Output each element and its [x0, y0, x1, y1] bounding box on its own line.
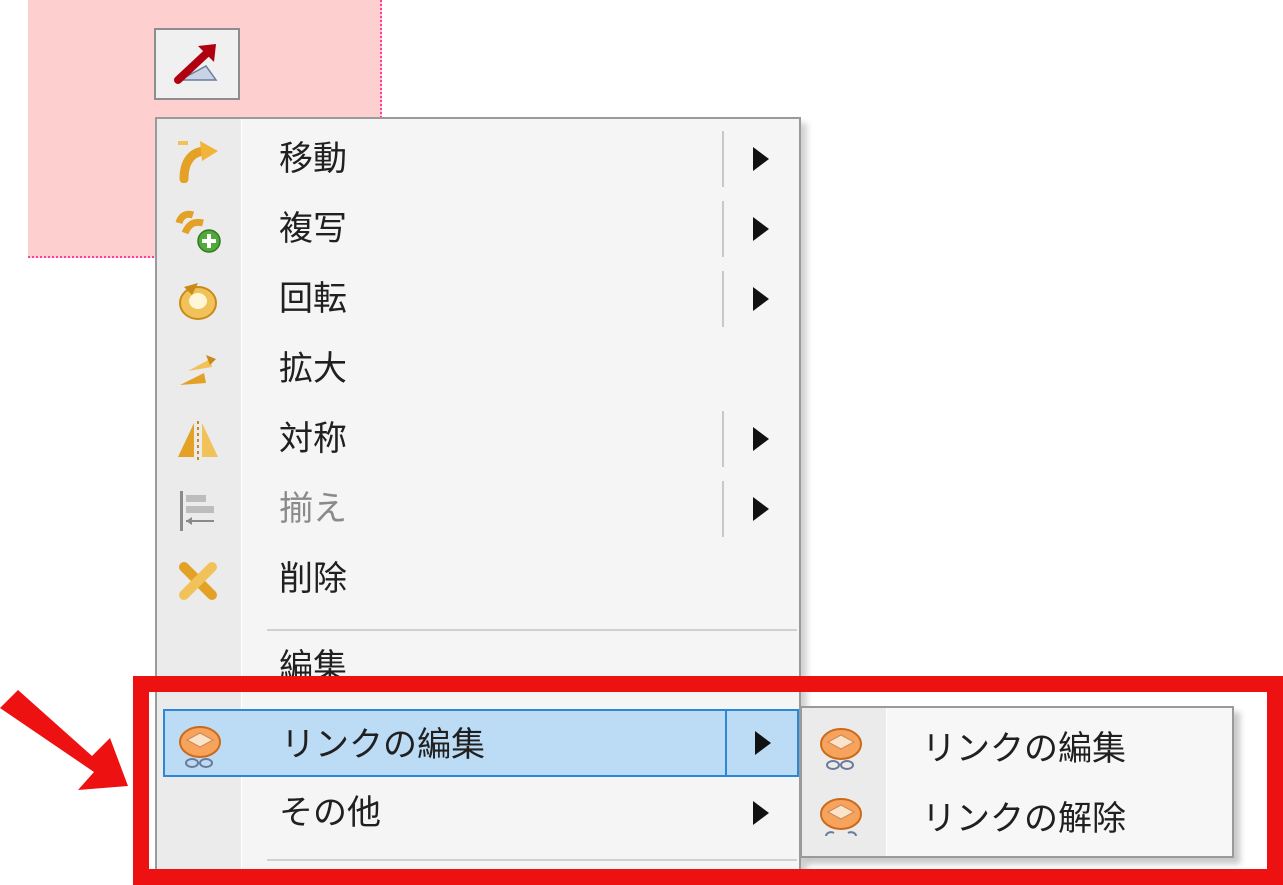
- move-icon: [173, 136, 223, 186]
- menu-item-label: 回転: [279, 279, 347, 319]
- link-unlink-icon: [816, 794, 866, 844]
- submenu-arrow-icon: [753, 801, 769, 825]
- menu-item-label: リンクの編集: [281, 725, 485, 765]
- menu-item-scale[interactable]: 拡大: [163, 335, 795, 403]
- menu-separator-vertical: [722, 131, 724, 187]
- menu-item-edit[interactable]: 編集: [163, 633, 795, 701]
- submenu-arrow-icon: [753, 497, 769, 521]
- scale-icon: [173, 346, 223, 396]
- menu-item-align[interactable]: 揃え: [163, 475, 795, 543]
- menu-item-label: 拡大: [279, 349, 347, 389]
- mirror-icon: [173, 416, 223, 466]
- delete-icon: [173, 556, 223, 606]
- menu-item-link-edit[interactable]: リンクの編集: [163, 709, 799, 777]
- submenu-item-label: リンクの解除: [922, 799, 1126, 839]
- submenu-item-link-edit[interactable]: リンクの編集: [806, 714, 1226, 784]
- menu-item-label: 編集: [279, 647, 347, 687]
- menu-item-label: その他: [279, 793, 381, 833]
- menu-item-copy[interactable]: 複写: [163, 195, 795, 263]
- menu-item-label: 移動: [279, 139, 347, 179]
- align-icon: [173, 486, 223, 536]
- copy-icon: [173, 206, 223, 256]
- submenu-arrow-icon: [753, 217, 769, 241]
- menu-item-label: 複写: [279, 209, 347, 249]
- rotate-icon: [173, 276, 223, 326]
- menu-item-rotate[interactable]: 回転: [163, 265, 795, 333]
- menu-separator-vertical: [722, 201, 724, 257]
- menu-item-move[interactable]: 移動: [163, 125, 795, 193]
- menu-separator-vertical: [722, 271, 724, 327]
- menu-item-label: 揃え: [279, 489, 347, 529]
- menu-item-label: 削除: [279, 559, 347, 599]
- link-submenu: リンクの編集 リンクの解除: [800, 706, 1234, 858]
- menu-separator-vertical: [722, 481, 724, 537]
- menu-item-delete[interactable]: 削除: [163, 545, 795, 613]
- menu-separator-vertical: [722, 411, 724, 467]
- link-edit-icon: [175, 722, 225, 772]
- submenu-arrow-icon: [755, 731, 771, 755]
- submenu-item-label: リンクの編集: [922, 729, 1126, 769]
- menu-item-mirror[interactable]: 対称: [163, 405, 795, 473]
- menu-item-other[interactable]: その他: [163, 779, 795, 847]
- submenu-arrow-icon: [753, 147, 769, 171]
- context-menu: 移動 複写 回転 拡大 対称 揃え 削除 編集 リンクの編集 その他: [155, 117, 801, 885]
- submenu-arrow-icon: [753, 427, 769, 451]
- annotation-arrow-icon: [0, 690, 128, 790]
- submenu-arrow-box[interactable]: [725, 709, 799, 777]
- move-tool-button[interactable]: [154, 28, 240, 100]
- menu-separator: [267, 629, 797, 631]
- submenu-item-link-unlink[interactable]: リンクの解除: [806, 784, 1226, 854]
- menu-item-label: 対称: [279, 419, 347, 459]
- submenu-arrow-icon: [753, 287, 769, 311]
- link-edit-icon: [816, 724, 866, 774]
- move-arrow-icon: [174, 44, 218, 84]
- menu-separator: [267, 859, 797, 861]
